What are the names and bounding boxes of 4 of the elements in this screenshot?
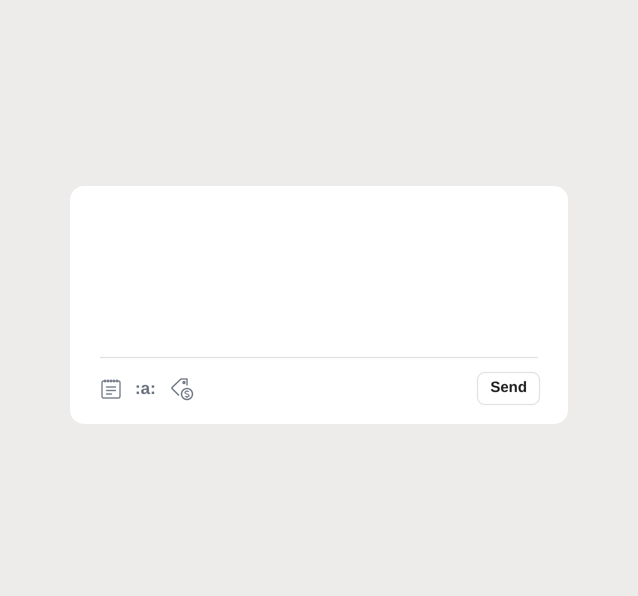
- notes-icon[interactable]: [100, 378, 122, 400]
- emoji-button[interactable]: :a:: [135, 380, 156, 397]
- price-tag-icon[interactable]: [170, 376, 194, 400]
- send-button[interactable]: Send: [477, 372, 540, 405]
